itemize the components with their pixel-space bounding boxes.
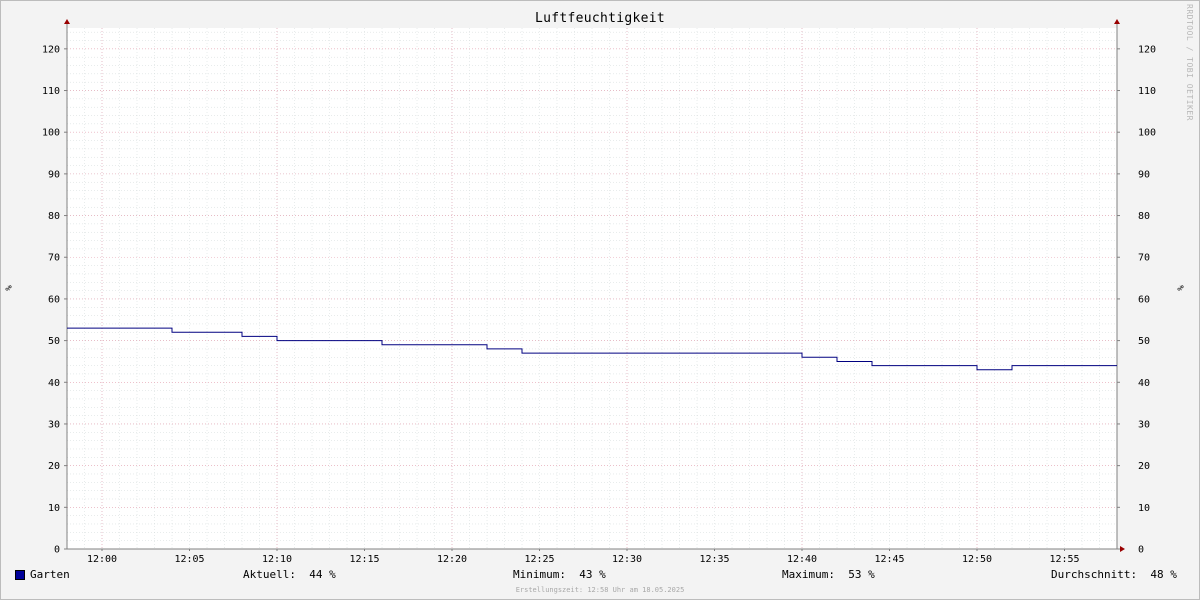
y-axis-left-ticks: 0 10 20 30 40 50 60 70 80 90 100 110 120 <box>42 44 67 556</box>
y-tick-label-right: 70 <box>1138 253 1150 264</box>
x-tick-label: 12:40 <box>787 554 817 565</box>
y-tick-label-left: 90 <box>48 169 60 180</box>
creation-time-footer: Erstellungszeit: 12:58 Uhr am 18.05.2025 <box>515 586 685 594</box>
y-axis-right-ticks: 0 10 20 30 40 50 60 70 80 90 100 110 120 <box>1117 44 1156 556</box>
rrdtool-watermark: RRDTOOL / TOBI OETIKER <box>1185 4 1194 121</box>
y-tick-label-left: 70 <box>48 253 60 264</box>
y-tick-label-right: 60 <box>1138 294 1150 305</box>
y-tick-label-left: 30 <box>48 419 60 430</box>
y-tick-label-left: 20 <box>48 461 60 472</box>
y-tick-label-right: 40 <box>1138 378 1150 389</box>
y-tick-label-right: 50 <box>1138 336 1150 347</box>
y-tick-label-left: 110 <box>42 86 60 97</box>
x-tick-label: 12:35 <box>699 554 729 565</box>
x-axis-ticks: 12:00 12:05 12:10 12:15 12:20 12:25 12:30 12:35… <box>87 549 1080 565</box>
y-axis-right-unit: % <box>1174 285 1185 291</box>
x-tick-label: 12:00 <box>87 554 117 565</box>
x-tick-label: 12:05 <box>174 554 204 565</box>
y-tick-label-right: 100 <box>1138 128 1156 139</box>
y-tick-label-right: 80 <box>1138 211 1150 222</box>
legend-swatch <box>15 570 25 580</box>
x-tick-label: 12:50 <box>962 554 992 565</box>
x-tick-label: 12:30 <box>612 554 642 565</box>
x-tick-label: 12:45 <box>874 554 904 565</box>
y-tick-label-left: 100 <box>42 128 60 139</box>
legend-series-name: Garten <box>30 568 70 581</box>
y-tick-label-right: 30 <box>1138 419 1150 430</box>
x-axis-arrow <box>1120 546 1125 552</box>
x-tick-label: 12:20 <box>437 554 467 565</box>
y-tick-label-left: 120 <box>42 44 60 55</box>
stat-current: Aktuell: 44 % <box>243 568 336 581</box>
x-tick-label: 12:55 <box>1049 554 1079 565</box>
y-tick-label-right: 120 <box>1138 44 1156 55</box>
y-tick-label-left: 40 <box>48 378 60 389</box>
y-tick-label-left: 50 <box>48 336 60 347</box>
chart-title: Luftfeuchtigkeit <box>534 11 666 26</box>
y-tick-label-right: 110 <box>1138 86 1156 97</box>
y-tick-label-left: 60 <box>48 294 60 305</box>
y-tick-label-right: 10 <box>1138 503 1150 514</box>
stat-minimum: Minimum: 43 % <box>513 568 606 581</box>
x-tick-label: 12:10 <box>262 554 292 565</box>
y-tick-label-right: 0 <box>1138 545 1144 556</box>
y-axis-left-unit: % <box>2 285 13 291</box>
y-tick-label-left: 80 <box>48 211 60 222</box>
stat-average: Durchschnitt: 48 % <box>1051 568 1177 581</box>
chart-area: 0 10 20 30 40 50 60 70 80 90 100 110 120 0 10 20 30 40 50… <box>42 19 1156 565</box>
x-tick-label: 12:15 <box>349 554 379 565</box>
y-tick-label-right: 90 <box>1138 169 1150 180</box>
y-tick-label-left: 10 <box>48 503 60 514</box>
y-tick-label-left: 0 <box>54 545 60 556</box>
y-tick-label-right: 20 <box>1138 461 1150 472</box>
stat-maximum: Maximum: 53 % <box>782 568 875 581</box>
x-tick-label: 12:25 <box>524 554 554 565</box>
legend: Garten Aktuell: 44 % Minimum: 43 % Maxim… <box>0 568 1200 584</box>
